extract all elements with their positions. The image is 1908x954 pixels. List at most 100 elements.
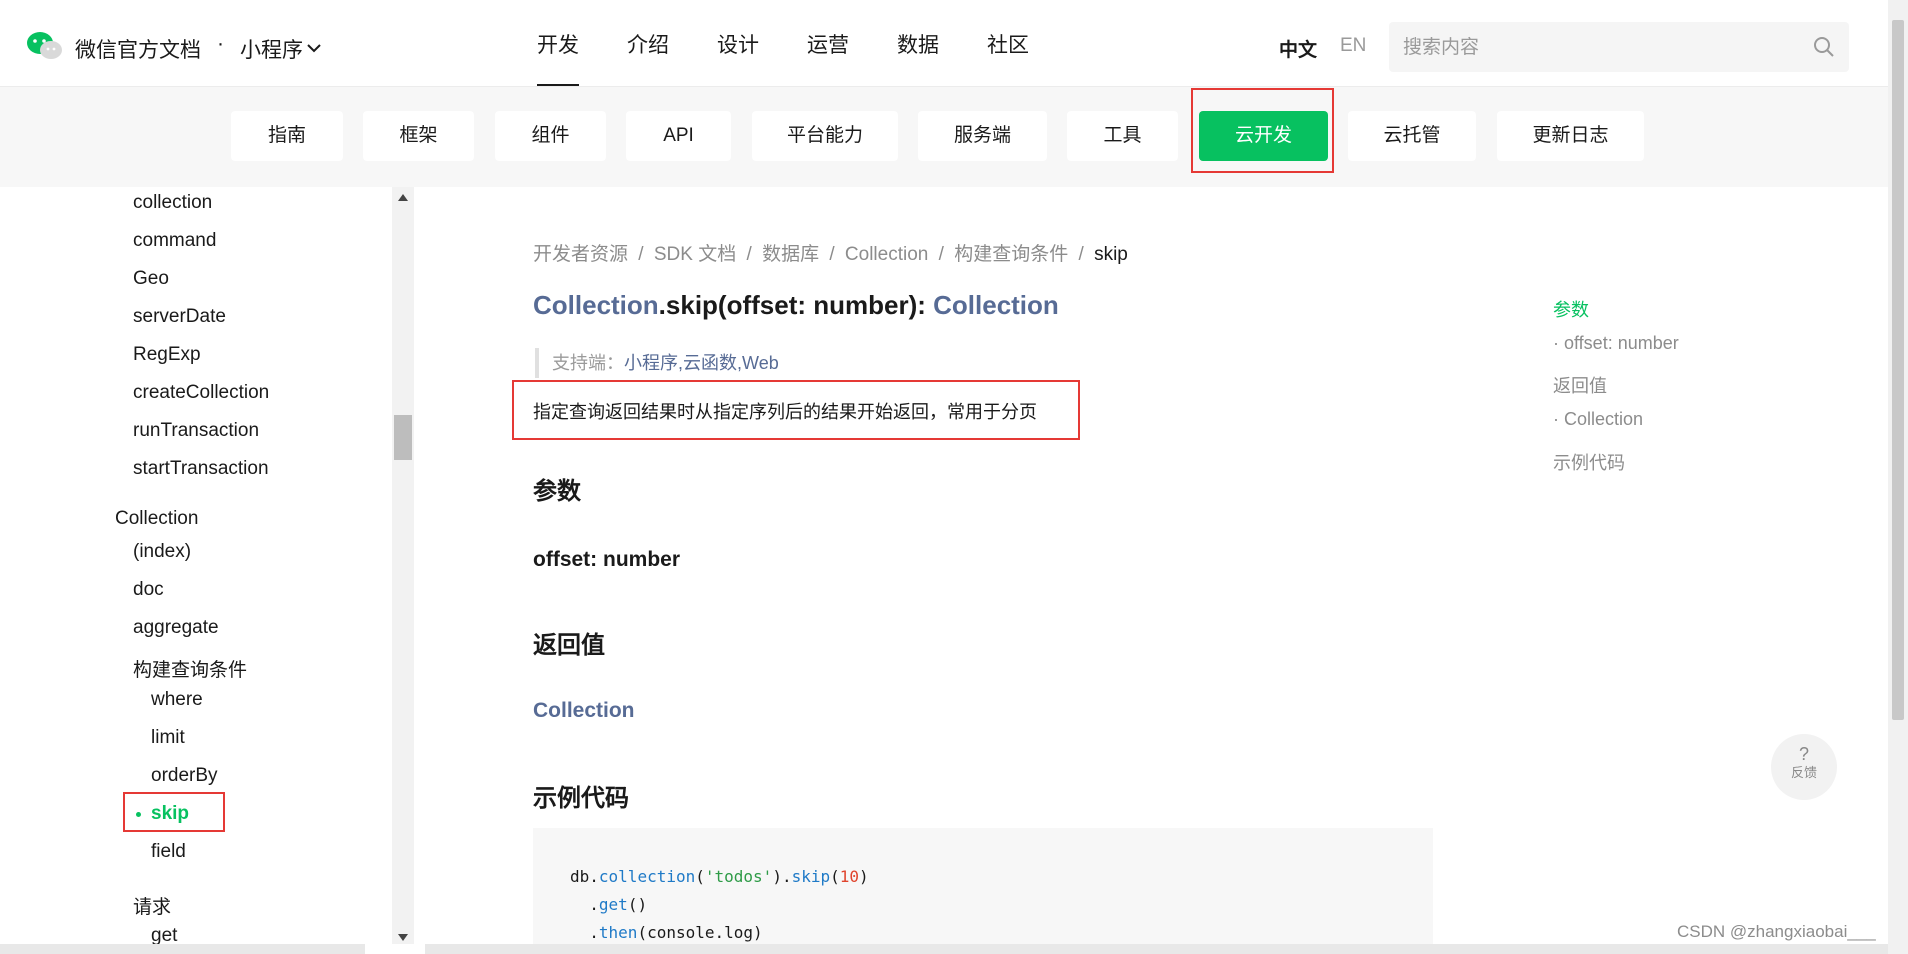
subnav-tab-components[interactable]: 组件 bbox=[495, 111, 606, 161]
active-dot-icon bbox=[136, 812, 141, 817]
nav-item-intro[interactable]: 介绍 bbox=[627, 0, 669, 87]
wechat-logo-icon[interactable] bbox=[26, 30, 64, 67]
page-scrollbar[interactable] bbox=[1888, 0, 1908, 954]
breadcrumb-item[interactable]: 数据库 bbox=[762, 244, 819, 265]
sidebar-item-serverdate[interactable]: serverDate bbox=[133, 306, 226, 328]
sidebar-item-orderby[interactable]: orderBy bbox=[151, 765, 218, 787]
page-title: Collection.skip(offset: number): Collect… bbox=[533, 290, 1059, 321]
sidebar-scrollbar[interactable] bbox=[392, 187, 414, 954]
toc-item-offset[interactable]: · offset: number bbox=[1553, 333, 1679, 354]
subnav-tab-changelog[interactable]: 更新日志 bbox=[1497, 111, 1644, 161]
sidebar-item-limit[interactable]: limit bbox=[151, 727, 185, 749]
subnav-tab-server[interactable]: 服务端 bbox=[918, 111, 1047, 161]
breadcrumb-sep: / bbox=[1078, 244, 1084, 265]
sidebar-item-runtransaction[interactable]: runTransaction bbox=[133, 420, 259, 442]
breadcrumb-item[interactable]: SDK 文档 bbox=[654, 244, 736, 265]
subnav-tab-tools[interactable]: 工具 bbox=[1067, 111, 1178, 161]
nav-item-community[interactable]: 社区 bbox=[987, 0, 1029, 87]
secondary-nav: 指南 框架 组件 API 平台能力 服务端 工具 云开发 云托管 更新日志 bbox=[0, 87, 1888, 187]
code-token: then bbox=[598, 923, 638, 942]
sidebar-item-createcollection[interactable]: createCollection bbox=[133, 382, 269, 404]
toc-item-params[interactable]: 参数 bbox=[1553, 296, 1589, 322]
code-token: ). bbox=[772, 867, 792, 886]
code-token: () bbox=[627, 895, 648, 914]
scroll-down-icon[interactable] bbox=[398, 934, 408, 941]
title-return-link[interactable]: Collection bbox=[933, 290, 1059, 320]
toc-item-example[interactable]: 示例代码 bbox=[1553, 449, 1625, 475]
sidebar-scroll-thumb[interactable] bbox=[394, 415, 412, 460]
lang-en-toggle[interactable]: EN bbox=[1340, 35, 1366, 57]
code-token: db. bbox=[570, 867, 599, 886]
sidebar-item-starttransaction[interactable]: startTransaction bbox=[133, 458, 269, 480]
sidebar-item-command[interactable]: command bbox=[133, 230, 216, 252]
horizontal-scroll-thumb[interactable] bbox=[365, 944, 425, 954]
sidebar-item-skip[interactable]: skip bbox=[151, 803, 189, 825]
subnav-tab-platform[interactable]: 平台能力 bbox=[752, 111, 898, 161]
product-selector[interactable]: 小程序 bbox=[240, 34, 303, 64]
nav-item-operate[interactable]: 运营 bbox=[807, 0, 849, 87]
sidebar-item-aggregate[interactable]: aggregate bbox=[133, 617, 219, 639]
title-class-link[interactable]: Collection bbox=[533, 290, 659, 320]
breadcrumb-sep: / bbox=[938, 244, 944, 265]
subnav-tab-guide[interactable]: 指南 bbox=[231, 111, 343, 161]
watermark: CSDN @zhangxiaobai___ bbox=[1677, 922, 1876, 941]
sidebar-item-collection-fn[interactable]: collection bbox=[133, 192, 212, 214]
scroll-up-icon[interactable] bbox=[398, 194, 408, 201]
main-nav: 开发 介绍 设计 运营 数据 社区 bbox=[537, 0, 1077, 87]
brand-separator: · bbox=[217, 32, 224, 55]
lang-zh-toggle[interactable]: 中文 bbox=[1279, 35, 1317, 62]
code-line: .get() bbox=[570, 895, 647, 914]
search-box bbox=[1389, 22, 1849, 74]
horizontal-scrollbar[interactable] bbox=[0, 944, 1888, 954]
sidebar-item-index[interactable]: (index) bbox=[133, 541, 191, 563]
code-token: collection bbox=[598, 867, 696, 886]
subnav-tab-cloud-dev[interactable]: 云开发 bbox=[1199, 111, 1328, 161]
sidebar-group-collection[interactable]: Collection bbox=[115, 508, 198, 530]
sidebar-item-geo[interactable]: Geo bbox=[133, 268, 169, 290]
code-line: .then(console.log) bbox=[570, 923, 762, 942]
breadcrumb-sep: / bbox=[829, 244, 835, 265]
sidebar-item-regexp[interactable]: RegExp bbox=[133, 344, 201, 366]
feedback-button[interactable]: ? 反馈 bbox=[1771, 734, 1837, 800]
support-platforms: 支持端：小程序,云函数,Web bbox=[535, 348, 779, 378]
sidebar-group-request[interactable]: 请求 bbox=[133, 892, 171, 919]
platform-cloudfunction-link[interactable]: 云函数 bbox=[683, 353, 737, 373]
breadcrumb-item[interactable]: Collection bbox=[845, 244, 928, 265]
code-token: 10 bbox=[839, 867, 860, 886]
breadcrumb-item[interactable]: 开发者资源 bbox=[533, 244, 628, 265]
example-heading: 示例代码 bbox=[533, 785, 629, 812]
breadcrumb-item[interactable]: 构建查询条件 bbox=[954, 244, 1068, 265]
search-input[interactable] bbox=[1401, 22, 1805, 74]
subnav-tab-framework[interactable]: 框架 bbox=[363, 111, 474, 161]
brand-title[interactable]: 微信官方文档 bbox=[75, 34, 201, 64]
nav-item-data[interactable]: 数据 bbox=[897, 0, 939, 87]
top-header: 微信官方文档 · 小程序 开发 介绍 设计 运营 数据 社区 中文 EN bbox=[0, 0, 1888, 87]
code-token: . bbox=[570, 923, 599, 942]
title-method: .skip(offset: number): bbox=[658, 290, 934, 320]
support-label: 支持端： bbox=[552, 353, 624, 373]
search-icon[interactable] bbox=[1813, 36, 1835, 63]
page-scroll-thumb[interactable] bbox=[1892, 20, 1904, 720]
method-description: 指定查询返回结果时从指定序列后的结果开始返回，常用于分页 bbox=[533, 402, 1037, 422]
platform-web-link[interactable]: Web bbox=[742, 353, 779, 373]
chevron-down-icon[interactable] bbox=[307, 40, 321, 58]
toc-item-collection[interactable]: · Collection bbox=[1553, 409, 1643, 430]
toc-item-return[interactable]: 返回值 bbox=[1553, 372, 1607, 398]
code-block[interactable]: db.collection('todos').skip(10) .get() .… bbox=[533, 828, 1433, 954]
sidebar-item-doc[interactable]: doc bbox=[133, 579, 164, 601]
subnav-tab-cloud-hosting[interactable]: 云托管 bbox=[1348, 111, 1476, 161]
nav-item-design[interactable]: 设计 bbox=[717, 0, 759, 87]
return-heading: 返回值 bbox=[533, 632, 605, 659]
feedback-label: 反馈 bbox=[1790, 765, 1817, 780]
code-token: . bbox=[570, 895, 599, 914]
sidebar-item-where[interactable]: where bbox=[151, 689, 203, 711]
platform-miniprogram-link[interactable]: 小程序 bbox=[624, 353, 678, 373]
sidebar-item-field[interactable]: field bbox=[151, 841, 186, 863]
code-token: ( bbox=[830, 867, 840, 886]
nav-item-develop[interactable]: 开发 bbox=[537, 0, 579, 87]
breadcrumb-sep: / bbox=[746, 244, 752, 265]
return-type-link[interactable]: Collection bbox=[533, 699, 635, 723]
sidebar-item-query-conditions[interactable]: 构建查询条件 bbox=[133, 655, 247, 682]
subnav-tab-api[interactable]: API bbox=[626, 111, 731, 161]
breadcrumb-current: skip bbox=[1094, 244, 1128, 265]
